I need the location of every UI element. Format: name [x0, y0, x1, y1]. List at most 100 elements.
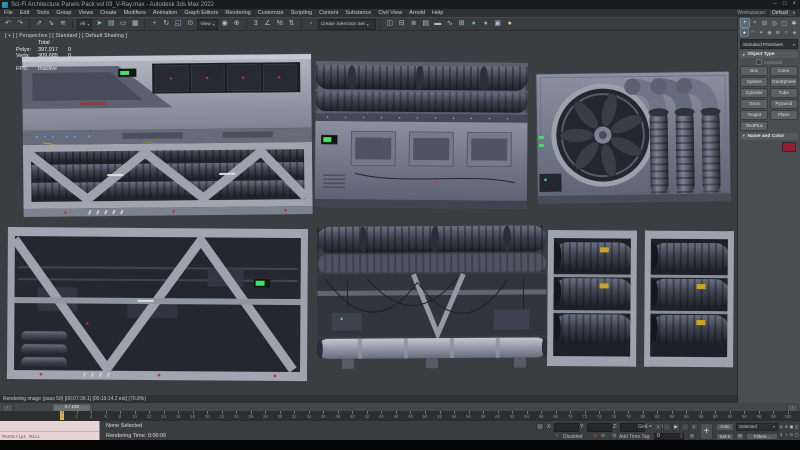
menu-views[interactable]: Views: [79, 10, 94, 16]
toggle-scene-explorer-button[interactable]: ≣: [409, 19, 419, 29]
material-editor-button[interactable]: ●: [469, 19, 479, 29]
subtab-helpers[interactable]: ⊕: [774, 29, 781, 36]
minimize-button[interactable]: –: [774, 0, 777, 9]
select-and-rotate-button[interactable]: ↻: [161, 19, 171, 29]
use-pivot-point-center-button[interactable]: ◉: [220, 19, 230, 29]
object-type-torus-button[interactable]: Torus: [740, 99, 768, 109]
selection-filter-dropdown[interactable]: All▾: [77, 19, 92, 30]
menu-scripting[interactable]: Scripting: [291, 10, 312, 16]
menu-group[interactable]: Group: [56, 10, 71, 16]
tab-hierarchy[interactable]: ⊟: [761, 19, 769, 27]
perspective-viewport[interactable]: [ + ] [ Perspective ] [ Standard ] [ Def…: [0, 31, 737, 395]
tab-create[interactable]: +: [741, 19, 749, 27]
select-and-place-button[interactable]: ⊙: [185, 19, 195, 29]
field-of-view-button[interactable]: ⇕: [779, 431, 784, 439]
object-type-box-button[interactable]: Box: [740, 66, 768, 76]
selection-set-dropdown[interactable]: Selected ▾: [736, 423, 778, 431]
menu-content[interactable]: Content: [319, 10, 338, 16]
autogrid-checkbox[interactable]: AutoGrid: [738, 58, 800, 66]
zoom-all-button[interactable]: ⊕: [784, 423, 789, 431]
select-and-scale-button[interactable]: ◱: [173, 19, 183, 29]
name-color-rollout[interactable]: ▼ Name and Color: [740, 133, 798, 140]
mirror-button[interactable]: ◫: [385, 19, 395, 29]
tab-modify[interactable]: ≈: [751, 19, 759, 27]
tab-display[interactable]: ▢: [780, 19, 788, 27]
subtab-geometry[interactable]: ●: [741, 29, 748, 36]
subtab-lights[interactable]: ✦: [758, 29, 765, 36]
render-production-button[interactable]: ●: [505, 19, 515, 29]
set-key-button[interactable]: Set K: [716, 433, 734, 441]
object-type-cylinder-button[interactable]: Cylinder: [740, 88, 768, 98]
bind-to-space-warp-button[interactable]: ≋: [58, 19, 68, 29]
key-mode-toggle-button[interactable]: ⊙: [688, 433, 696, 440]
current-frame-field[interactable]: 0 ▴▾: [654, 433, 684, 440]
rectangular-selection-region-button[interactable]: ▭: [118, 19, 128, 29]
go-to-start-button[interactable]: «: [654, 423, 662, 431]
menu-rendering[interactable]: Rendering: [225, 10, 250, 16]
go-to-end-button[interactable]: »: [690, 423, 698, 431]
zoom-extents-button[interactable]: ▣: [789, 423, 794, 431]
pan-button[interactable]: +: [784, 431, 789, 439]
align-button[interactable]: ⊟: [397, 19, 407, 29]
menu-edit[interactable]: Edit: [20, 10, 29, 16]
maximize-button[interactable]: □: [783, 0, 787, 9]
maximize-viewport-toggle-button[interactable]: ▢: [794, 431, 799, 439]
menu-animation[interactable]: Animation: [153, 10, 177, 16]
zoom-region-button[interactable]: ◰: [794, 423, 799, 431]
adaptive-degradation-status[interactable]: Disabled: [563, 434, 582, 440]
select-and-move-button[interactable]: +: [149, 19, 159, 29]
angle-snap-toggle-button[interactable]: ∠: [263, 19, 273, 29]
primitive-category-dropdown[interactable]: Standard Primitives ▾: [740, 39, 798, 49]
toggle-layer-explorer-button[interactable]: ▤: [421, 19, 431, 29]
menu-file[interactable]: File: [4, 10, 13, 16]
tab-motion[interactable]: ◎: [770, 19, 778, 27]
maxscript-mini-listener[interactable]: MAXScript Mini: [0, 421, 100, 441]
orbit-button[interactable]: ↻: [789, 431, 794, 439]
object-type-pyramid-button[interactable]: Pyramid: [770, 99, 798, 109]
auto-key-button[interactable]: Auto: [716, 423, 734, 431]
select-and-link-button[interactable]: ⇗: [34, 19, 44, 29]
menu-help[interactable]: Help: [432, 10, 443, 16]
tab-utilities[interactable]: ✱: [790, 19, 798, 27]
select-by-name-button[interactable]: ▤: [106, 19, 116, 29]
transform-type-in-lock-button[interactable]: ⊡: [536, 423, 544, 431]
edit-named-selection-sets-button[interactable]: ▫: [306, 19, 316, 29]
select-and-manipulate-button[interactable]: ⊕: [232, 19, 242, 29]
rendered-frame-window-button[interactable]: ▣: [493, 19, 503, 29]
object-type-cone-button[interactable]: Cone: [770, 66, 798, 76]
menu-civil-view[interactable]: Civil View: [378, 10, 402, 16]
menu-customize[interactable]: Customize: [258, 10, 284, 16]
set-keys-button[interactable]: +: [700, 423, 713, 440]
reference-coordinate-system-dropdown[interactable]: View▾: [197, 19, 217, 30]
percent-snap-toggle-button[interactable]: %: [275, 19, 285, 29]
undo-button[interactable]: ↶: [3, 19, 13, 29]
select-object-button[interactable]: ➤: [94, 19, 104, 29]
redo-button[interactable]: ↷: [15, 19, 25, 29]
subtab-systems[interactable]: ◈: [791, 29, 798, 36]
object-color-swatch[interactable]: [782, 142, 796, 152]
menu-substance[interactable]: Substance: [345, 10, 371, 16]
unlink-selection-button[interactable]: ⇘: [46, 19, 56, 29]
key-filters-button[interactable]: Filters...: [746, 433, 778, 441]
key-icon-button[interactable]: ⊙: [736, 433, 744, 441]
object-type-tube-button[interactable]: Tube: [770, 88, 798, 98]
object-type-rollout[interactable]: ▼ Object Type: [740, 51, 798, 58]
frame-spinner[interactable]: ▴▾: [680, 433, 683, 439]
toggle-ribbon-button[interactable]: ▬: [433, 19, 443, 29]
zoom-button[interactable]: ◎: [779, 423, 784, 431]
object-type-sphere-button[interactable]: Sphere: [740, 77, 768, 87]
menu-graph-editors[interactable]: Graph Editors: [184, 10, 218, 16]
curve-editor-button[interactable]: ∿: [445, 19, 455, 29]
y-coordinate-field[interactable]: [587, 423, 612, 432]
previous-frame-button[interactable]: ‹: [663, 423, 671, 431]
subtab-shapes[interactable]: ◠: [749, 29, 756, 36]
x-coordinate-field[interactable]: [554, 423, 579, 432]
named-selection-set-dropdown[interactable]: Create Selection Set▾: [318, 19, 376, 30]
add-time-tag-button[interactable]: Add Time Tag: [619, 434, 649, 440]
menu-tools[interactable]: Tools: [36, 10, 49, 16]
workspace-dropdown[interactable]: Default: [768, 9, 797, 17]
schematic-view-button[interactable]: ⊞: [457, 19, 467, 29]
menu-arnold[interactable]: Arnold: [409, 10, 425, 16]
spinner-snap-toggle-button[interactable]: ⇅: [287, 19, 297, 29]
close-button[interactable]: ×: [792, 0, 796, 9]
